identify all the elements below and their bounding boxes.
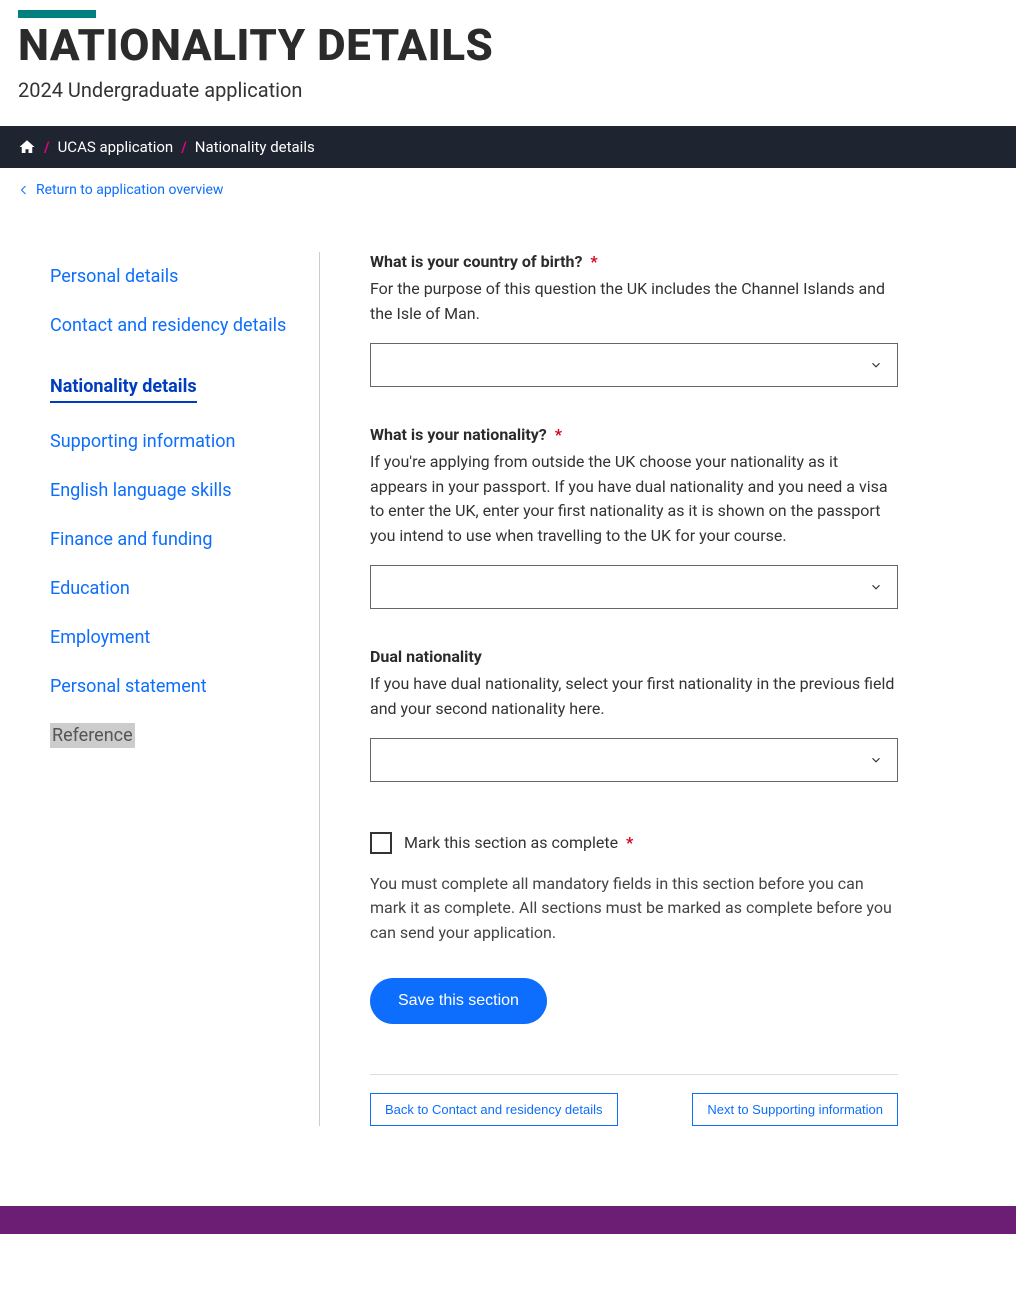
country-of-birth-label: What is your country of birth? bbox=[370, 252, 582, 271]
page-subtitle: 2024 Undergraduate application bbox=[18, 78, 998, 102]
sidebar-item-employment[interactable]: Employment bbox=[50, 613, 299, 662]
section-sidebar: Personal details Contact and residency d… bbox=[30, 252, 320, 1126]
return-to-overview-link[interactable]: Return to application overview bbox=[0, 168, 1016, 212]
country-of-birth-select[interactable] bbox=[370, 343, 898, 387]
form-panel: What is your country of birth? * For the… bbox=[320, 252, 998, 1126]
required-star: * bbox=[626, 833, 633, 852]
breadcrumb: / UCAS application / Nationality details bbox=[0, 126, 1016, 168]
footer-bar bbox=[0, 1206, 1016, 1234]
field-nationality: What is your nationality? * If you're ap… bbox=[370, 425, 898, 609]
content-area: Personal details Contact and residency d… bbox=[0, 212, 1016, 1166]
sidebar-item-supporting-information[interactable]: Supporting information bbox=[50, 417, 299, 466]
breadcrumb-separator: / bbox=[181, 138, 187, 156]
required-star: * bbox=[590, 252, 597, 271]
sidebar-item-finance-funding[interactable]: Finance and funding bbox=[50, 515, 299, 564]
nationality-label: What is your nationality? bbox=[370, 425, 547, 444]
breadcrumb-item-current: Nationality details bbox=[195, 138, 315, 156]
sidebar-item-english-language[interactable]: English language skills bbox=[50, 466, 299, 515]
mark-complete-checkbox[interactable] bbox=[370, 832, 392, 854]
dual-nationality-help: If you have dual nationality, select you… bbox=[370, 672, 898, 722]
nationality-select[interactable] bbox=[370, 565, 898, 609]
chevron-down-icon bbox=[869, 753, 883, 767]
chevron-left-icon bbox=[18, 184, 30, 196]
breadcrumb-separator: / bbox=[44, 138, 50, 156]
nationality-help: If you're applying from outside the UK c… bbox=[370, 450, 898, 549]
accent-bar bbox=[18, 10, 96, 18]
chevron-down-icon bbox=[869, 580, 883, 594]
sidebar-item-contact-residency[interactable]: Contact and residency details bbox=[50, 301, 299, 350]
sidebar-item-nationality-details[interactable]: Nationality details bbox=[50, 362, 197, 403]
return-link-label: Return to application overview bbox=[36, 182, 223, 198]
page-header: NATIONALITY DETAILS 2024 Undergraduate a… bbox=[0, 0, 1016, 126]
back-button[interactable]: Back to Contact and residency details bbox=[370, 1093, 618, 1126]
save-button[interactable]: Save this section bbox=[370, 978, 547, 1024]
field-dual-nationality: Dual nationality If you have dual nation… bbox=[370, 647, 898, 782]
mark-complete-row: Mark this section as complete * bbox=[370, 832, 898, 854]
dual-nationality-label: Dual nationality bbox=[370, 647, 482, 666]
country-of-birth-help: For the purpose of this question the UK … bbox=[370, 277, 898, 327]
mark-complete-text: Mark this section as complete bbox=[404, 833, 618, 852]
mark-complete-label: Mark this section as complete * bbox=[404, 833, 633, 852]
sidebar-item-personal-statement[interactable]: Personal statement bbox=[50, 662, 299, 711]
next-button[interactable]: Next to Supporting information bbox=[692, 1093, 898, 1126]
home-icon[interactable] bbox=[18, 138, 36, 156]
chevron-down-icon bbox=[869, 358, 883, 372]
mark-complete-help: You must complete all mandatory fields i… bbox=[370, 872, 898, 946]
footer-nav: Back to Contact and residency details Ne… bbox=[370, 1074, 898, 1126]
sidebar-item-education[interactable]: Education bbox=[50, 564, 299, 613]
breadcrumb-item-ucas[interactable]: UCAS application bbox=[58, 138, 174, 156]
page-title: NATIONALITY DETAILS bbox=[18, 22, 998, 68]
sidebar-item-personal-details[interactable]: Personal details bbox=[50, 252, 299, 301]
sidebar-item-reference: Reference bbox=[50, 723, 135, 748]
required-star: * bbox=[555, 425, 562, 444]
field-country-of-birth: What is your country of birth? * For the… bbox=[370, 252, 898, 387]
dual-nationality-select[interactable] bbox=[370, 738, 898, 782]
